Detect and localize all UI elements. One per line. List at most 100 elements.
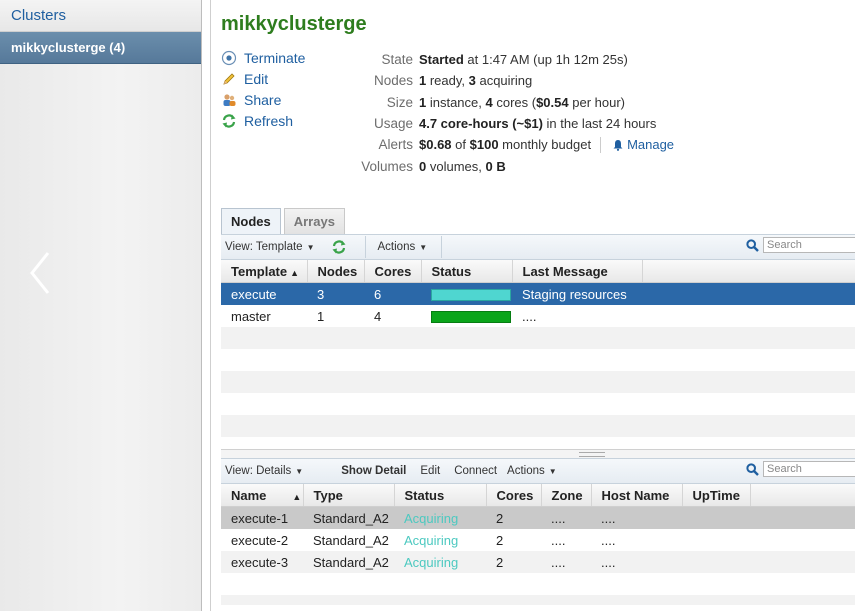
cell-zone: ....	[541, 506, 591, 529]
cell-nodes: 1	[307, 305, 364, 327]
sidebar: Clusters mikkyclusterge (4)	[0, 0, 202, 611]
tab-arrays[interactable]: Arrays	[283, 208, 345, 234]
cell-template: execute	[221, 282, 307, 305]
nodes-toolbar: View: Template ▼ Actions ▼	[221, 234, 855, 260]
chevron-left-icon[interactable]	[26, 250, 56, 296]
table-row[interactable]: master 1 4 ....	[221, 305, 855, 327]
cluster-title: mikkyclusterge	[221, 13, 367, 35]
col-header-host-name[interactable]: Host Name	[591, 484, 683, 507]
state-value: Started at 1:47 AM (up 1h 12m 25s)	[419, 52, 628, 68]
col-header-type[interactable]: Type	[303, 484, 395, 507]
table-row[interactable]: execute-2 Standard_A2 Acquiring 2 .... .…	[221, 529, 855, 551]
cell-host: ....	[591, 506, 682, 529]
grid-refresh-button[interactable]	[327, 239, 351, 255]
view-details-dropdown[interactable]: View: Details ▼	[221, 465, 307, 477]
cell-cores: 2	[486, 529, 541, 551]
cell-status: Acquiring	[394, 551, 486, 573]
splitter-grip-icon[interactable]	[579, 452, 605, 457]
alerts-label: Alerts	[378, 137, 413, 153]
share-button[interactable]: Share	[221, 89, 305, 110]
sidebar-header[interactable]: Clusters	[0, 0, 201, 32]
refresh-icon	[222, 113, 236, 128]
search-icon	[746, 462, 759, 476]
cell-uptime	[682, 551, 750, 573]
refresh-label: Refresh	[244, 112, 294, 129]
caret-down-icon: ▼	[295, 466, 304, 476]
nodes-actions-dropdown[interactable]: Actions ▼	[374, 241, 432, 253]
manage-label: Manage	[627, 137, 675, 153]
size-label: Size	[386, 94, 413, 110]
share-users-icon	[223, 93, 236, 106]
info-row-nodes: Nodes 1 ready, 3 acquiring	[339, 70, 674, 91]
details-actions-dropdown[interactable]: Actions ▼	[503, 465, 561, 477]
col-header-name[interactable]: Name ▲	[221, 484, 304, 507]
cell-cores: 6	[364, 282, 421, 305]
nodes-grid-panel: View: Template ▼ Actions ▼ Search Templa…	[221, 234, 855, 453]
status-bar	[431, 289, 511, 302]
cluster-actions: Terminate Edit Share Refresh	[221, 47, 305, 131]
col-header-status[interactable]: Status	[394, 484, 487, 507]
details-table: Name ▲ Type Status Cores Zone Host Name U…	[221, 484, 855, 605]
volumes-value: 0 volumes, 0 B	[419, 158, 506, 174]
sidebar-item-cluster[interactable]: mikkyclusterge (4)	[0, 32, 201, 64]
cell-name: execute-2	[221, 529, 303, 551]
table-row[interactable]: execute 3 6 Staging resources	[221, 282, 855, 305]
info-row-size: Size 1 instance, 4 cores ($0.54 per hour…	[339, 92, 674, 113]
connect-button[interactable]: Connect	[450, 465, 501, 477]
edit-label: Edit	[244, 70, 269, 87]
refresh-button[interactable]: Refresh	[221, 110, 305, 131]
cell-status: Acquiring	[394, 506, 486, 529]
usage-label: Usage	[373, 116, 413, 132]
cell-host: ....	[591, 529, 682, 551]
divider	[600, 136, 602, 153]
refresh-icon	[332, 240, 345, 254]
sort-up-icon: ▲	[292, 491, 302, 502]
details-toolbar: View: Details ▼ Show Detail Edit Connect…	[221, 458, 855, 484]
col-header-cores[interactable]: Cores	[364, 260, 422, 283]
cell-template: master	[221, 305, 307, 327]
cell-status	[421, 305, 512, 327]
bell-icon	[613, 139, 623, 151]
cell-zone: ....	[541, 529, 591, 551]
show-detail-button[interactable]: Show Detail	[337, 465, 410, 477]
nodes-search	[746, 237, 855, 253]
cell-message: Staging resources	[512, 282, 642, 305]
col-header-nodes[interactable]: Nodes	[307, 260, 365, 283]
terminate-button[interactable]: Terminate	[221, 47, 305, 68]
cell-status: Acquiring	[394, 529, 486, 551]
share-label: Share	[244, 91, 282, 108]
toolbar-divider	[364, 236, 366, 258]
manage-link[interactable]: Manage	[612, 137, 674, 152]
col-header-cores[interactable]: Cores	[486, 484, 542, 507]
tab-nodes[interactable]: Nodes	[221, 208, 281, 235]
terminate-label: Terminate	[244, 49, 306, 66]
col-header-last-message[interactable]: Last Message	[512, 260, 643, 283]
col-header-template[interactable]: Template ▲	[221, 260, 308, 283]
edit-button[interactable]: Edit	[221, 68, 305, 89]
col-header-filler	[642, 260, 855, 283]
col-header-uptime[interactable]: UpTime	[682, 484, 751, 507]
cell-uptime	[682, 529, 750, 551]
nodes-search-input[interactable]	[763, 237, 855, 253]
view-template-dropdown[interactable]: View: Template ▼	[221, 241, 319, 253]
panel-splitter[interactable]	[221, 449, 855, 458]
nodes-table: Template ▲ Nodes Cores Status Last Messag…	[221, 260, 855, 453]
table-row[interactable]: execute-3 Standard_A2 Acquiring 2 .... .…	[221, 551, 855, 573]
empty-row	[221, 595, 855, 605]
details-edit-button[interactable]: Edit	[416, 465, 444, 477]
alerts-value: $0.68 of $100 monthly budget	[419, 137, 592, 153]
cell-host: ....	[591, 551, 682, 573]
table-row[interactable]: execute-1 Standard_A2 Acquiring 2 .... .…	[221, 506, 855, 529]
terminate-icon	[221, 50, 237, 65]
col-header-status[interactable]: Status	[421, 260, 513, 283]
usage-value: 4.7 core-hours (~$1) in the last 24 hour…	[419, 116, 657, 132]
cell-cores: 2	[486, 551, 541, 573]
size-value: 1 instance, 4 cores ($0.54 per hour)	[419, 94, 625, 110]
cell-status	[421, 282, 512, 305]
nodes-actions-label: Actions	[377, 241, 416, 253]
details-search-input[interactable]	[763, 461, 855, 477]
nodes-value: 1 ready, 3 acquiring	[419, 73, 533, 89]
col-header-filler	[750, 484, 855, 507]
info-row-usage: Usage 4.7 core-hours (~$1) in the last 2…	[339, 113, 674, 134]
col-header-zone[interactable]: Zone	[541, 484, 592, 507]
